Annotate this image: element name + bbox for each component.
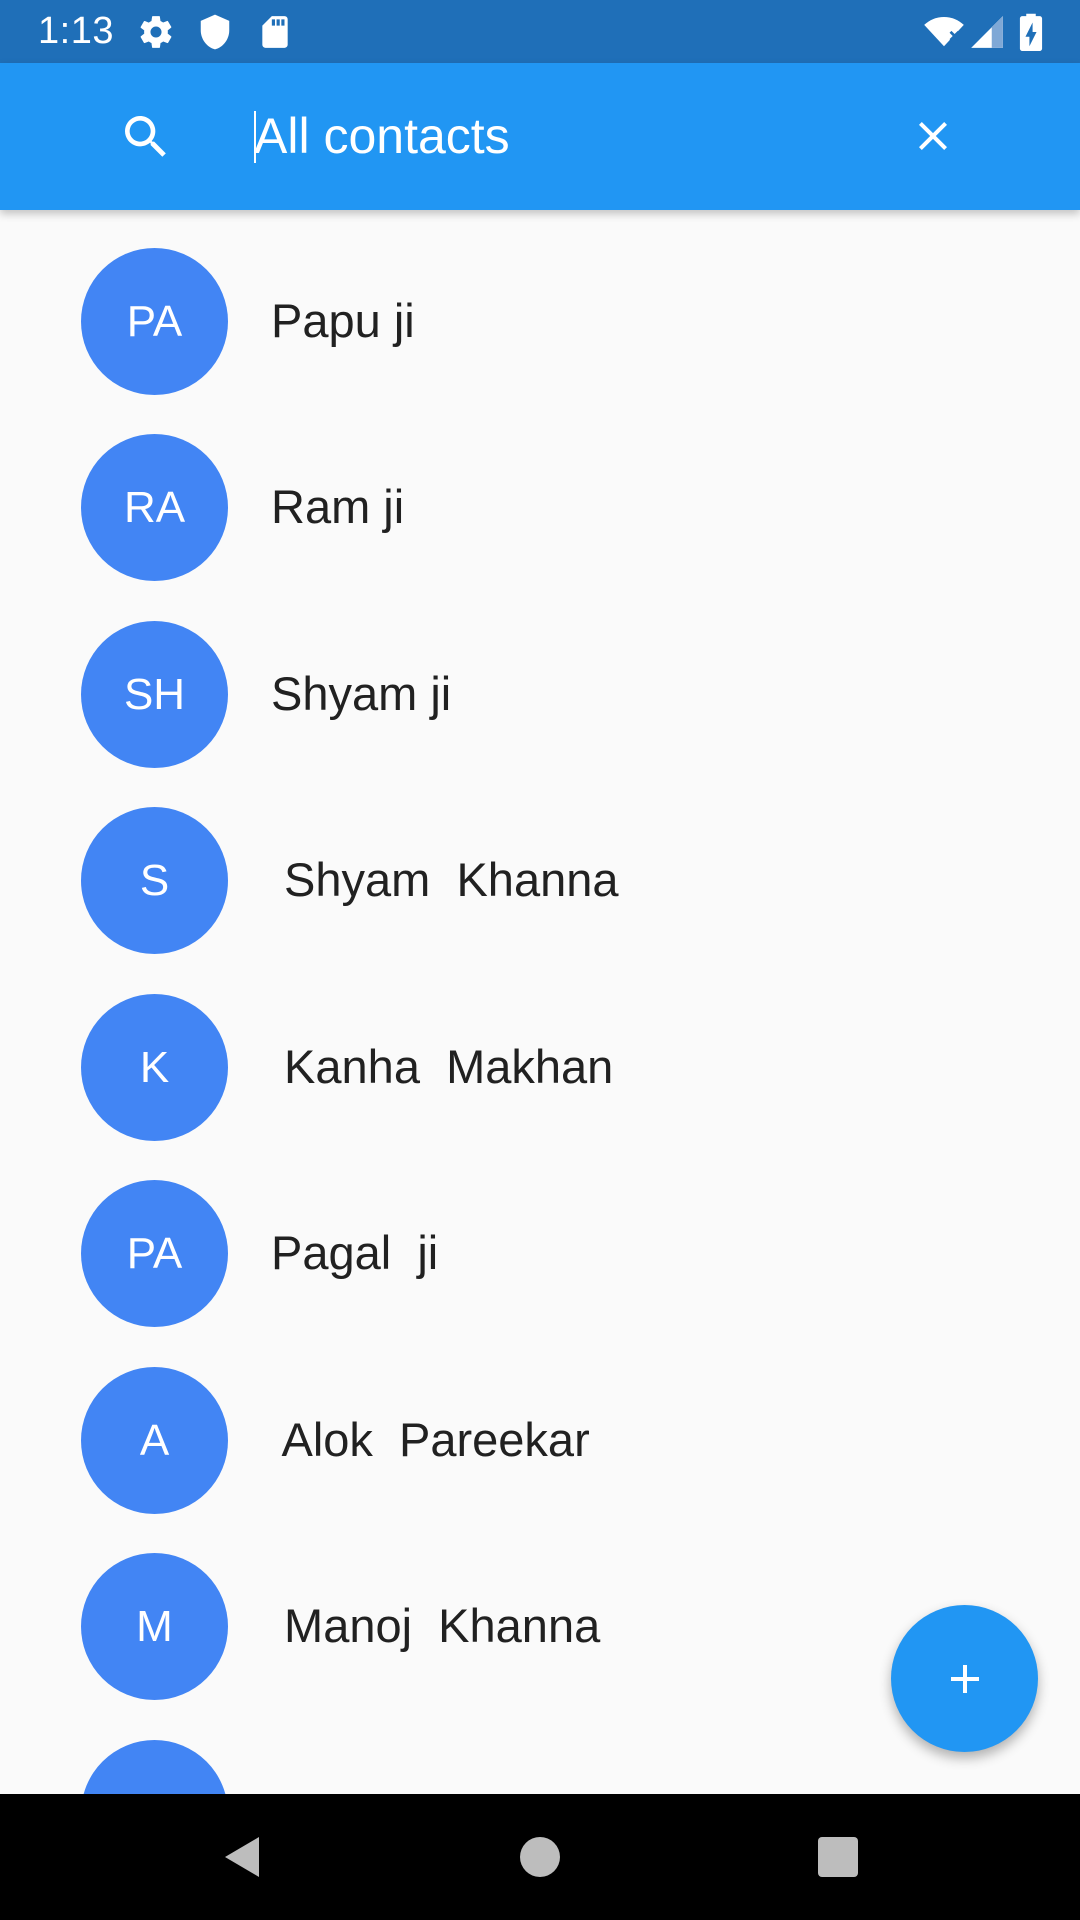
contact-name: Shyam Khanna bbox=[271, 853, 619, 906]
sd-card-icon bbox=[262, 16, 288, 48]
contacts-screen: 1:13 All contacts PA Papu ji RA Ram ji S… bbox=[0, 0, 1080, 1920]
avatar: K bbox=[81, 994, 228, 1141]
wifi-icon bbox=[924, 16, 964, 47]
navigation-bar bbox=[0, 1794, 1080, 1920]
home-button[interactable] bbox=[507, 1824, 573, 1890]
avatar: M bbox=[81, 1553, 228, 1700]
recents-button[interactable] bbox=[805, 1824, 871, 1890]
contact-list-item[interactable]: A Alok Pareekar bbox=[0, 1329, 1080, 1515]
status-time: 1:13 bbox=[38, 10, 114, 52]
avatar: PA bbox=[81, 1180, 228, 1327]
contact-list-item[interactable]: RA Ram ji bbox=[0, 396, 1080, 582]
contact-list: PA Papu ji RA Ram ji SH Shyam ji S Shyam… bbox=[0, 210, 1080, 1794]
avatar: SH bbox=[81, 621, 228, 768]
avatar: S bbox=[81, 807, 228, 954]
shield-icon bbox=[200, 14, 230, 50]
contact-name: Kanha Makhan bbox=[271, 1040, 614, 1093]
app-bar bbox=[0, 63, 1080, 210]
avatar: RA bbox=[81, 434, 228, 581]
back-icon bbox=[225, 1837, 259, 1877]
battery-charging-icon bbox=[1019, 13, 1043, 51]
avatar: A bbox=[81, 1367, 228, 1514]
home-icon bbox=[520, 1837, 560, 1877]
recents-icon bbox=[818, 1837, 858, 1877]
clear-search-button[interactable] bbox=[900, 103, 966, 169]
status-bar: 1:13 bbox=[0, 0, 1080, 63]
contact-name: Pagal ji bbox=[271, 1226, 439, 1279]
search-icon[interactable] bbox=[118, 109, 174, 165]
text-cursor bbox=[254, 111, 256, 163]
contact-name: Ram ji bbox=[271, 480, 405, 533]
signal-icon bbox=[971, 16, 1003, 48]
contact-name: Manoj Khanna bbox=[271, 1599, 601, 1652]
gear-icon bbox=[140, 16, 172, 48]
back-button[interactable] bbox=[208, 1824, 274, 1890]
contact-name: Papu ji bbox=[271, 294, 415, 347]
contact-list-item[interactable]: K Kanha Makhan bbox=[0, 956, 1080, 1142]
contact-list-item[interactable]: PA Pagal ji bbox=[0, 1142, 1080, 1328]
contact-list-item[interactable]: SH Shyam ji bbox=[0, 583, 1080, 769]
add-contact-button[interactable] bbox=[891, 1605, 1038, 1752]
contact-list-item[interactable]: S Shyam Khanna bbox=[0, 769, 1080, 955]
plus-icon bbox=[950, 1664, 979, 1693]
contact-name: Shyam ji bbox=[271, 667, 452, 720]
contact-name: Alok Pareekar bbox=[271, 1413, 590, 1466]
close-icon bbox=[919, 122, 947, 150]
avatar: PA bbox=[81, 248, 228, 395]
search-input[interactable] bbox=[254, 103, 854, 169]
contact-list-item[interactable]: PA Papu ji bbox=[0, 210, 1080, 396]
avatar bbox=[81, 1740, 228, 1794]
